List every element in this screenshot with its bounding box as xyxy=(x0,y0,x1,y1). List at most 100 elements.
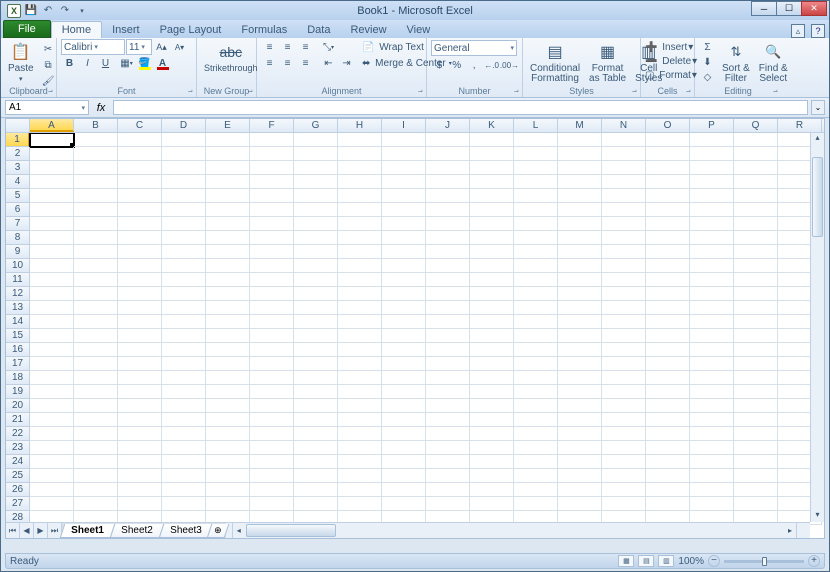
tab-data[interactable]: Data xyxy=(297,22,340,38)
cell-I18[interactable] xyxy=(382,371,426,385)
cell-P7[interactable] xyxy=(690,217,734,231)
find-select-button[interactable]: 🔍 Find & Select xyxy=(756,40,791,85)
cell-P3[interactable] xyxy=(690,161,734,175)
cell-J9[interactable] xyxy=(426,245,470,259)
column-header-B[interactable]: B xyxy=(74,119,118,132)
insert-cells-button[interactable]: ➕ Insert▾ xyxy=(645,40,697,54)
cell-H4[interactable] xyxy=(338,175,382,189)
cell-M25[interactable] xyxy=(558,469,602,483)
cell-P20[interactable] xyxy=(690,399,734,413)
cell-E21[interactable] xyxy=(206,413,250,427)
cell-Q27[interactable] xyxy=(734,497,778,511)
cell-D1[interactable] xyxy=(162,133,206,147)
cell-Q7[interactable] xyxy=(734,217,778,231)
cell-G19[interactable] xyxy=(294,385,338,399)
fx-button[interactable]: fx xyxy=(92,102,110,114)
cell-B10[interactable] xyxy=(74,259,118,273)
cell-B6[interactable] xyxy=(74,203,118,217)
cell-I10[interactable] xyxy=(382,259,426,273)
align-center-button[interactable]: ≡ xyxy=(279,56,296,71)
cell-M18[interactable] xyxy=(558,371,602,385)
sheet-tab-2[interactable]: Sheet2 xyxy=(110,524,164,538)
cell-L14[interactable] xyxy=(514,315,558,329)
cell-K14[interactable] xyxy=(470,315,514,329)
zoom-slider[interactable] xyxy=(724,560,804,563)
cell-E2[interactable] xyxy=(206,147,250,161)
cell-P16[interactable] xyxy=(690,343,734,357)
cell-J17[interactable] xyxy=(426,357,470,371)
align-top-button[interactable]: ≡ xyxy=(261,40,278,55)
column-header-G[interactable]: G xyxy=(294,119,338,132)
cell-J10[interactable] xyxy=(426,259,470,273)
cell-I9[interactable] xyxy=(382,245,426,259)
column-header-I[interactable]: I xyxy=(382,119,426,132)
cell-E26[interactable] xyxy=(206,483,250,497)
tab-view[interactable]: View xyxy=(397,22,441,38)
cell-F6[interactable] xyxy=(250,203,294,217)
cell-F10[interactable] xyxy=(250,259,294,273)
cell-C7[interactable] xyxy=(118,217,162,231)
qat-customize[interactable]: ▾ xyxy=(75,4,89,18)
cell-H22[interactable] xyxy=(338,427,382,441)
cell-A1[interactable] xyxy=(30,133,74,147)
row-header-15[interactable]: 15 xyxy=(6,329,30,343)
cell-J24[interactable] xyxy=(426,455,470,469)
cell-D15[interactable] xyxy=(162,329,206,343)
cell-H14[interactable] xyxy=(338,315,382,329)
cell-F17[interactable] xyxy=(250,357,294,371)
cell-J26[interactable] xyxy=(426,483,470,497)
cell-D3[interactable] xyxy=(162,161,206,175)
cell-O4[interactable] xyxy=(646,175,690,189)
cell-M6[interactable] xyxy=(558,203,602,217)
zoom-level[interactable]: 100% xyxy=(678,556,704,567)
cell-G1[interactable] xyxy=(294,133,338,147)
cell-H1[interactable] xyxy=(338,133,382,147)
minimize-ribbon-button[interactable]: ▵ xyxy=(791,24,805,38)
cell-O16[interactable] xyxy=(646,343,690,357)
cell-Q18[interactable] xyxy=(734,371,778,385)
vscroll-thumb[interactable] xyxy=(812,157,823,237)
cell-O24[interactable] xyxy=(646,455,690,469)
row-header-6[interactable]: 6 xyxy=(6,203,30,217)
cell-J16[interactable] xyxy=(426,343,470,357)
cell-I13[interactable] xyxy=(382,301,426,315)
cell-P24[interactable] xyxy=(690,455,734,469)
cell-E27[interactable] xyxy=(206,497,250,511)
increase-indent-button[interactable]: ⇥ xyxy=(338,56,355,71)
decrease-decimal-button[interactable]: .00→ xyxy=(501,58,518,73)
scroll-down-arrow[interactable]: ▾ xyxy=(811,510,824,522)
cell-N6[interactable] xyxy=(602,203,646,217)
cell-Q19[interactable] xyxy=(734,385,778,399)
cell-K23[interactable] xyxy=(470,441,514,455)
cell-P17[interactable] xyxy=(690,357,734,371)
cell-A25[interactable] xyxy=(30,469,74,483)
cell-I24[interactable] xyxy=(382,455,426,469)
cell-A6[interactable] xyxy=(30,203,74,217)
sheet-tab-3[interactable]: Sheet3 xyxy=(158,524,212,538)
format-cells-button[interactable]: ▢ Format▾ xyxy=(645,68,697,82)
cell-G2[interactable] xyxy=(294,147,338,161)
zoom-slider-thumb[interactable] xyxy=(762,557,767,566)
orientation-button[interactable]: ⤡▾ xyxy=(320,40,337,55)
cell-Q8[interactable] xyxy=(734,231,778,245)
prev-sheet-button[interactable]: ◀ xyxy=(20,523,34,538)
cell-E16[interactable] xyxy=(206,343,250,357)
cell-E9[interactable] xyxy=(206,245,250,259)
cell-B7[interactable] xyxy=(74,217,118,231)
cell-B1[interactable] xyxy=(74,133,118,147)
cell-M24[interactable] xyxy=(558,455,602,469)
cell-A17[interactable] xyxy=(30,357,74,371)
cell-I11[interactable] xyxy=(382,273,426,287)
cell-B22[interactable] xyxy=(74,427,118,441)
row-header-24[interactable]: 24 xyxy=(6,455,30,469)
cell-I14[interactable] xyxy=(382,315,426,329)
cell-F27[interactable] xyxy=(250,497,294,511)
cell-L2[interactable] xyxy=(514,147,558,161)
row-header-19[interactable]: 19 xyxy=(6,385,30,399)
cell-E12[interactable] xyxy=(206,287,250,301)
cell-C20[interactable] xyxy=(118,399,162,413)
grow-font-button[interactable]: A▴ xyxy=(153,40,170,55)
cell-D12[interactable] xyxy=(162,287,206,301)
cell-J23[interactable] xyxy=(426,441,470,455)
cell-D5[interactable] xyxy=(162,189,206,203)
